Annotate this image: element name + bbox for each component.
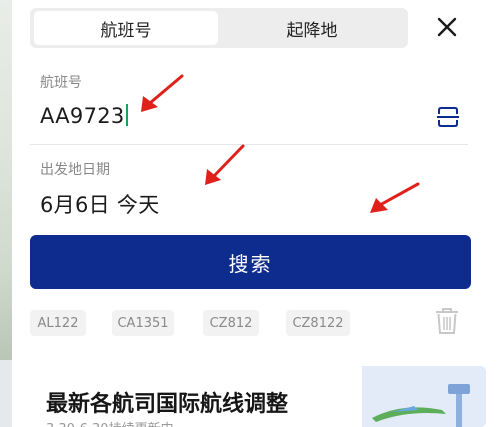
search-button[interactable]: 搜索 xyxy=(30,235,471,289)
news-title: 最新各航司国际航线调整 xyxy=(46,392,289,417)
scan-icon[interactable] xyxy=(437,106,459,128)
search-mode-tabs: 航班号 起降地 xyxy=(30,8,408,48)
airport-illustration xyxy=(362,366,486,427)
flight-number-label: 航班号 xyxy=(40,75,82,91)
flight-search-panel: 航班号 起降地 航班号 AA9723 出发地日期 6月6日 今天 搜索 AL12… xyxy=(12,0,498,356)
news-card[interactable]: 最新各航司国际航线调整 3.30-6.30持续更新中 xyxy=(27,366,486,427)
trash-icon[interactable] xyxy=(435,307,459,335)
close-icon[interactable] xyxy=(436,16,458,38)
flight-number-input[interactable]: AA9723 xyxy=(40,104,128,128)
history-chip-3[interactable]: CZ812 xyxy=(203,310,259,336)
history-chip-1[interactable]: AL122 xyxy=(30,310,86,336)
history-chip-4[interactable]: CZ8122 xyxy=(286,310,350,336)
departure-date-label: 出发地日期 xyxy=(40,162,110,178)
history-chip-2[interactable]: CA1351 xyxy=(112,310,174,336)
field-divider xyxy=(30,144,468,145)
departure-date-value[interactable]: 6月6日 今天 xyxy=(40,189,160,219)
tab-flight-number[interactable]: 航班号 xyxy=(34,11,218,45)
tab-origin-destination[interactable]: 起降地 xyxy=(220,11,404,45)
flight-number-value: AA9723 xyxy=(40,104,125,128)
background-edge-lower xyxy=(0,360,12,427)
text-cursor xyxy=(125,104,128,126)
news-subtitle: 3.30-6.30持续更新中 xyxy=(46,418,174,427)
background-edge xyxy=(0,0,12,360)
